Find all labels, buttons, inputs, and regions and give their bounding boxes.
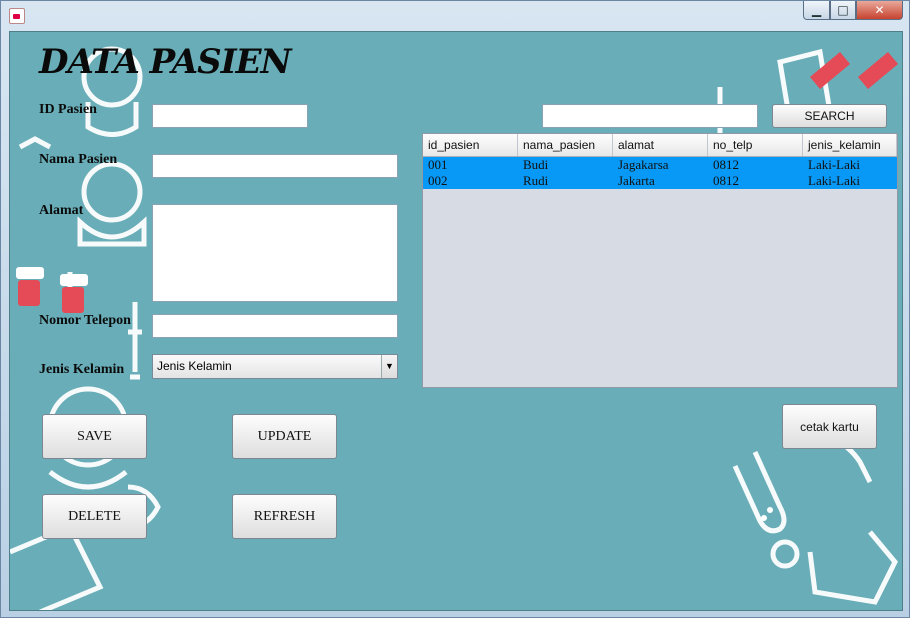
maximize-button[interactable]: □ <box>830 1 856 20</box>
column-header-jenis-kelamin[interactable]: jenis_kelamin <box>803 134 897 156</box>
id-pasien-input[interactable] <box>152 104 308 128</box>
search-button[interactable]: SEARCH <box>772 104 887 128</box>
table-row[interactable]: 002 Rudi Jakarta 0812 Laki-Laki <box>423 173 897 189</box>
id-pasien-label: ID Pasien <box>39 102 97 117</box>
minimize-button[interactable]: ▁ <box>803 1 830 20</box>
column-header-id-pasien[interactable]: id_pasien <box>423 134 518 156</box>
table-cell: 0812 <box>713 173 739 188</box>
table-row[interactable]: 001 Budi Jagakarsa 0812 Laki-Laki <box>423 157 897 173</box>
nama-pasien-input[interactable] <box>152 154 398 178</box>
main-panel: DATA PASIEN ID Pasien Nama Pasien Alamat… <box>9 31 903 611</box>
page-title: DATA PASIEN <box>39 42 292 82</box>
table-cell: Budi <box>523 157 549 172</box>
patient-table[interactable]: id_pasien nama_pasien alamat no_telp jen… <box>422 133 898 388</box>
table-cell: Rudi <box>523 173 549 188</box>
nama-pasien-label: Nama Pasien <box>39 152 118 167</box>
nomor-telepon-label: Nomor Telepon <box>39 313 131 328</box>
delete-button[interactable]: DELETE <box>42 494 147 539</box>
table-cell: Laki-Laki <box>808 157 860 172</box>
column-header-nama-pasien[interactable]: nama_pasien <box>518 134 613 156</box>
table-cell: 002 <box>428 173 448 188</box>
refresh-button[interactable]: REFRESH <box>232 494 337 539</box>
column-header-no-telp[interactable]: no_telp <box>708 134 803 156</box>
close-button[interactable]: ✕ <box>856 1 903 20</box>
table-cell: Laki-Laki <box>808 173 860 188</box>
title-bar[interactable]: ▁ □ ✕ <box>1 1 909 31</box>
save-button[interactable]: SAVE <box>42 414 147 459</box>
table-header: id_pasien nama_pasien alamat no_telp jen… <box>423 134 897 157</box>
search-input[interactable] <box>542 104 758 128</box>
table-cell: Jakarta <box>618 173 655 188</box>
table-cell: 001 <box>428 157 448 172</box>
alamat-textarea[interactable] <box>152 204 398 302</box>
jenis-kelamin-value: Jenis Kelamin <box>157 359 232 373</box>
jenis-kelamin-select[interactable]: Jenis Kelamin ▼ <box>152 354 398 379</box>
column-header-alamat[interactable]: alamat <box>613 134 708 156</box>
table-cell: Jagakarsa <box>618 157 669 172</box>
chevron-down-icon[interactable]: ▼ <box>381 355 397 378</box>
alamat-label: Alamat <box>39 203 84 218</box>
update-button[interactable]: UPDATE <box>232 414 337 459</box>
java-cup-icon <box>9 8 25 24</box>
app-window: ▁ □ ✕ DATA PASIEN ID Pasien Nama Pasien … <box>0 0 910 618</box>
jenis-kelamin-label: Jenis Kelamin <box>39 362 125 377</box>
cetak-kartu-button[interactable]: cetak kartu <box>782 404 877 449</box>
nomor-telepon-input[interactable] <box>152 314 398 338</box>
table-cell: 0812 <box>713 157 739 172</box>
